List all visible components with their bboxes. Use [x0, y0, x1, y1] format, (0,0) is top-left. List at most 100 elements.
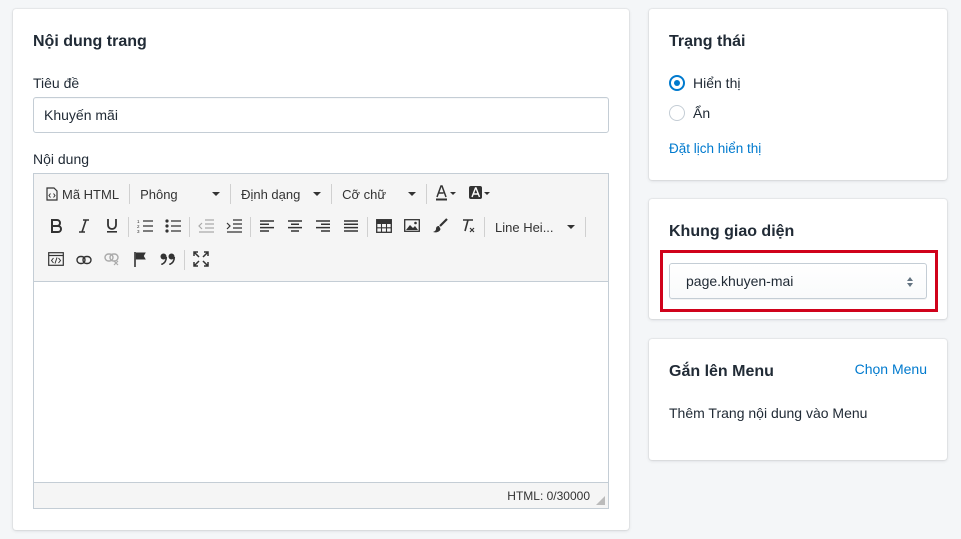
- ordered-list-icon: 123: [137, 219, 153, 236]
- font-dropdown-label: Phông: [140, 186, 178, 202]
- html-icon: [46, 187, 58, 201]
- chevron-down-icon: [567, 225, 575, 229]
- radio-button-unchecked[interactable]: [669, 105, 685, 121]
- text-color-icon: [434, 184, 458, 204]
- clear-format-icon: [460, 218, 476, 237]
- select-arrows-icon: [906, 275, 914, 289]
- title-input[interactable]: [33, 97, 609, 133]
- italic-icon: [78, 218, 90, 236]
- choose-menu-link[interactable]: Chọn Menu: [855, 361, 927, 377]
- template-select-value: page.khuyen-mai: [686, 273, 794, 289]
- toolbar-divider: [367, 217, 368, 237]
- page-content-card: Nội dung trang Tiêu đề Nội dung Mã HTML …: [13, 9, 629, 530]
- italic-button[interactable]: [70, 214, 98, 240]
- visibility-status-card: Trạng thái Hiển thị Ẩn Đặt lịch hiển thị: [649, 9, 947, 180]
- bullet-list-icon: [165, 218, 181, 236]
- schedule-visibility-link[interactable]: Đặt lịch hiển thị: [669, 141, 761, 156]
- status-card-title: Trạng thái: [669, 33, 746, 50]
- chevron-down-icon: [408, 192, 417, 196]
- underline-button[interactable]: [98, 214, 126, 240]
- font-size-dropdown[interactable]: Cỡ chữ: [334, 181, 424, 207]
- radio-option-hidden[interactable]: Ẩn: [669, 105, 710, 121]
- toolbar-divider: [484, 217, 485, 237]
- background-color-icon: [468, 185, 492, 204]
- font-size-dropdown-label: Cỡ chữ: [342, 186, 387, 202]
- radio-label-hidden: Ẩn: [693, 105, 711, 121]
- indent-icon: [226, 218, 242, 236]
- quote-icon: [160, 253, 176, 268]
- outdent-icon: [198, 218, 214, 236]
- table-button[interactable]: [370, 214, 398, 240]
- rich-text-editor: Mã HTML Phông Định dạng Cỡ chữ 1 2 3 Lin…: [33, 173, 609, 509]
- flag-icon: [133, 251, 147, 270]
- align-center-icon: [288, 219, 302, 235]
- title-field-label: Tiêu đề: [33, 75, 80, 91]
- line-height-dropdown-label: Line Hei...: [495, 219, 554, 235]
- menu-attach-card: Gắn lên Menu Chọn Menu Thêm Trang nội du…: [649, 339, 947, 460]
- insert-link-button[interactable]: [70, 247, 98, 273]
- underline-icon: [106, 218, 118, 236]
- indent-button[interactable]: [220, 214, 248, 240]
- toolbar-divider: [250, 217, 251, 237]
- toolbar-divider: [426, 184, 428, 204]
- font-dropdown[interactable]: Phông: [132, 181, 228, 207]
- source-code-icon: [48, 251, 64, 269]
- toolbar-divider: [230, 184, 232, 204]
- align-left-button[interactable]: [253, 214, 281, 240]
- resize-handle-icon[interactable]: [596, 496, 605, 505]
- menu-card-description: Thêm Trang nội dung vào Menu: [669, 405, 868, 421]
- html-button[interactable]: Mã HTML: [34, 181, 127, 207]
- html-char-count: HTML: 0/30000: [507, 488, 590, 503]
- unlink-icon: [104, 252, 120, 269]
- format-dropdown-label: Định dạng: [241, 186, 301, 202]
- align-center-button[interactable]: [281, 214, 309, 240]
- radio-button-checked[interactable]: [669, 75, 685, 91]
- chevron-down-icon: [313, 192, 322, 196]
- bold-icon: [50, 218, 62, 236]
- toolbar-divider: [129, 184, 131, 204]
- image-button[interactable]: [398, 214, 426, 240]
- unlink-button[interactable]: [98, 247, 126, 273]
- page-content-title: Nội dung trang: [33, 33, 147, 50]
- align-justify-button[interactable]: [337, 214, 365, 240]
- table-icon: [376, 218, 392, 236]
- toolbar-divider: [189, 217, 190, 237]
- toolbar-divider: [585, 217, 586, 237]
- html-button-label: Mã HTML: [62, 186, 120, 202]
- align-right-button[interactable]: [309, 214, 337, 240]
- blockquote-button[interactable]: [154, 247, 182, 273]
- source-code-button[interactable]: [42, 247, 70, 273]
- toolbar-divider: [128, 217, 129, 237]
- image-icon: [404, 219, 420, 235]
- format-painter-button[interactable]: [426, 214, 454, 240]
- toolbar-divider: [331, 184, 333, 204]
- align-justify-icon: [344, 219, 358, 235]
- radio-option-visible[interactable]: Hiển thị: [669, 75, 740, 91]
- editor-statusbar: HTML: 0/30000: [34, 482, 608, 508]
- bullet-list-button[interactable]: [159, 214, 187, 240]
- menu-card-title: Gắn lên Menu: [669, 363, 774, 380]
- editor-toolbar: Mã HTML Phông Định dạng Cỡ chữ 1 2 3 Lin…: [34, 174, 608, 282]
- background-color-button[interactable]: [463, 181, 497, 207]
- content-field-label: Nội dung: [33, 151, 90, 167]
- chevron-down-icon: [212, 192, 221, 196]
- template-card-title: Khung giao diện: [669, 223, 795, 240]
- fullscreen-button[interactable]: [187, 247, 215, 273]
- paint-brush-icon: [432, 217, 448, 237]
- outdent-button[interactable]: [192, 214, 220, 240]
- toolbar-divider: [184, 250, 185, 270]
- bold-button[interactable]: [42, 214, 70, 240]
- align-left-icon: [260, 219, 274, 235]
- radio-label-visible: Hiển thị: [693, 75, 741, 91]
- text-color-button[interactable]: [429, 181, 463, 207]
- fullscreen-icon: [193, 250, 209, 270]
- align-right-icon: [316, 219, 330, 235]
- anchor-button[interactable]: [126, 247, 154, 273]
- clear-format-button[interactable]: [454, 214, 482, 240]
- editor-content-area[interactable]: [34, 282, 608, 482]
- template-select[interactable]: page.khuyen-mai: [669, 263, 927, 299]
- line-height-dropdown[interactable]: Line Hei...: [487, 214, 583, 240]
- format-dropdown[interactable]: Định dạng: [233, 181, 329, 207]
- svg-text:3: 3: [137, 229, 140, 233]
- ordered-list-button[interactable]: 123: [131, 214, 159, 240]
